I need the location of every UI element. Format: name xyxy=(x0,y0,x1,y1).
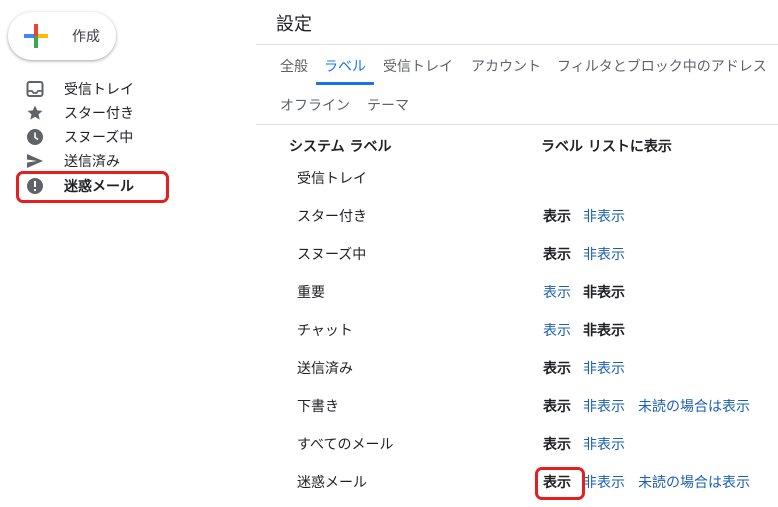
column-header-show-in-list: ラベル リストに表示 xyxy=(541,139,672,155)
row-label: スター付き xyxy=(297,209,367,225)
sidebar-item-label: 迷惑メール xyxy=(64,179,134,195)
hide-option: 非表示 xyxy=(583,285,625,301)
sidebar-item-label: スヌーズ中 xyxy=(64,130,134,146)
sidebar-item-spam[interactable]: 迷惑メール xyxy=(0,173,220,197)
show-option: 表示 xyxy=(543,247,571,263)
hide-option[interactable]: 非表示 xyxy=(583,358,625,378)
row-label: 受信トレイ xyxy=(297,171,367,187)
compose-button[interactable]: 作成 xyxy=(8,12,116,60)
column-header-system-labels: システム ラベル xyxy=(289,139,392,155)
row-label: 送信済み xyxy=(297,361,353,377)
tabs-top-divider xyxy=(256,44,778,45)
sidebar-item-label: 送信済み xyxy=(64,154,120,170)
sidebar-item-sent[interactable]: 送信済み xyxy=(0,148,220,172)
row-label: 下書き xyxy=(297,399,339,415)
sidebar-item-snoozed[interactable]: スヌーズ中 xyxy=(0,124,220,148)
show-option[interactable]: 表示 xyxy=(543,320,571,340)
compose-label: 作成 xyxy=(72,29,100,45)
show-option: 表示 xyxy=(543,399,571,415)
tabs-bottom-divider xyxy=(256,124,778,125)
row-label: スヌーズ中 xyxy=(297,247,367,263)
show-option: 表示 xyxy=(543,475,571,491)
hide-option[interactable]: 非表示 xyxy=(583,206,625,226)
hide-option[interactable]: 非表示 xyxy=(583,244,625,264)
row-label: 重要 xyxy=(297,285,325,301)
page-title: 設定 xyxy=(276,14,312,35)
plus-icon xyxy=(24,24,48,48)
tab-general[interactable]: 全般 xyxy=(280,56,308,76)
hide-option: 非表示 xyxy=(583,323,625,339)
hide-option[interactable]: 非表示 xyxy=(583,434,625,454)
tab-accounts[interactable]: アカウント xyxy=(471,56,541,76)
star-icon xyxy=(27,105,43,120)
row-label: 迷惑メール xyxy=(297,475,367,491)
tab-labels[interactable]: ラベル xyxy=(324,56,366,76)
sidebar-item-label: 受信トレイ xyxy=(64,82,134,98)
clock-icon xyxy=(27,129,43,145)
tab-themes[interactable]: テーマ xyxy=(367,95,409,115)
hide-option[interactable]: 非表示 xyxy=(583,472,625,492)
tab-offline[interactable]: オフライン xyxy=(280,95,350,115)
show-option[interactable]: 表示 xyxy=(543,282,571,302)
hide-option[interactable]: 非表示 xyxy=(583,396,625,416)
row-label: チャット xyxy=(297,323,353,339)
tab-filters[interactable]: フィルタとブロック中のアドレス xyxy=(557,56,767,76)
show-option: 表示 xyxy=(543,361,571,377)
show-if-unread-option[interactable]: 未読の場合は表示 xyxy=(638,472,750,492)
show-option: 表示 xyxy=(543,437,571,453)
active-tab-indicator xyxy=(316,82,374,85)
send-icon xyxy=(27,154,43,168)
show-option: 表示 xyxy=(543,209,571,225)
sidebar-item-inbox[interactable]: 受信トレイ xyxy=(0,76,220,100)
inbox-icon xyxy=(26,81,44,97)
spam-icon xyxy=(27,178,43,194)
tab-inbox[interactable]: 受信トレイ xyxy=(383,56,453,76)
sidebar-item-starred[interactable]: スター付き xyxy=(0,100,220,124)
show-if-unread-option[interactable]: 未読の場合は表示 xyxy=(638,396,750,416)
sidebar-item-label: スター付き xyxy=(64,106,134,122)
row-label: すべてのメール xyxy=(297,437,394,453)
